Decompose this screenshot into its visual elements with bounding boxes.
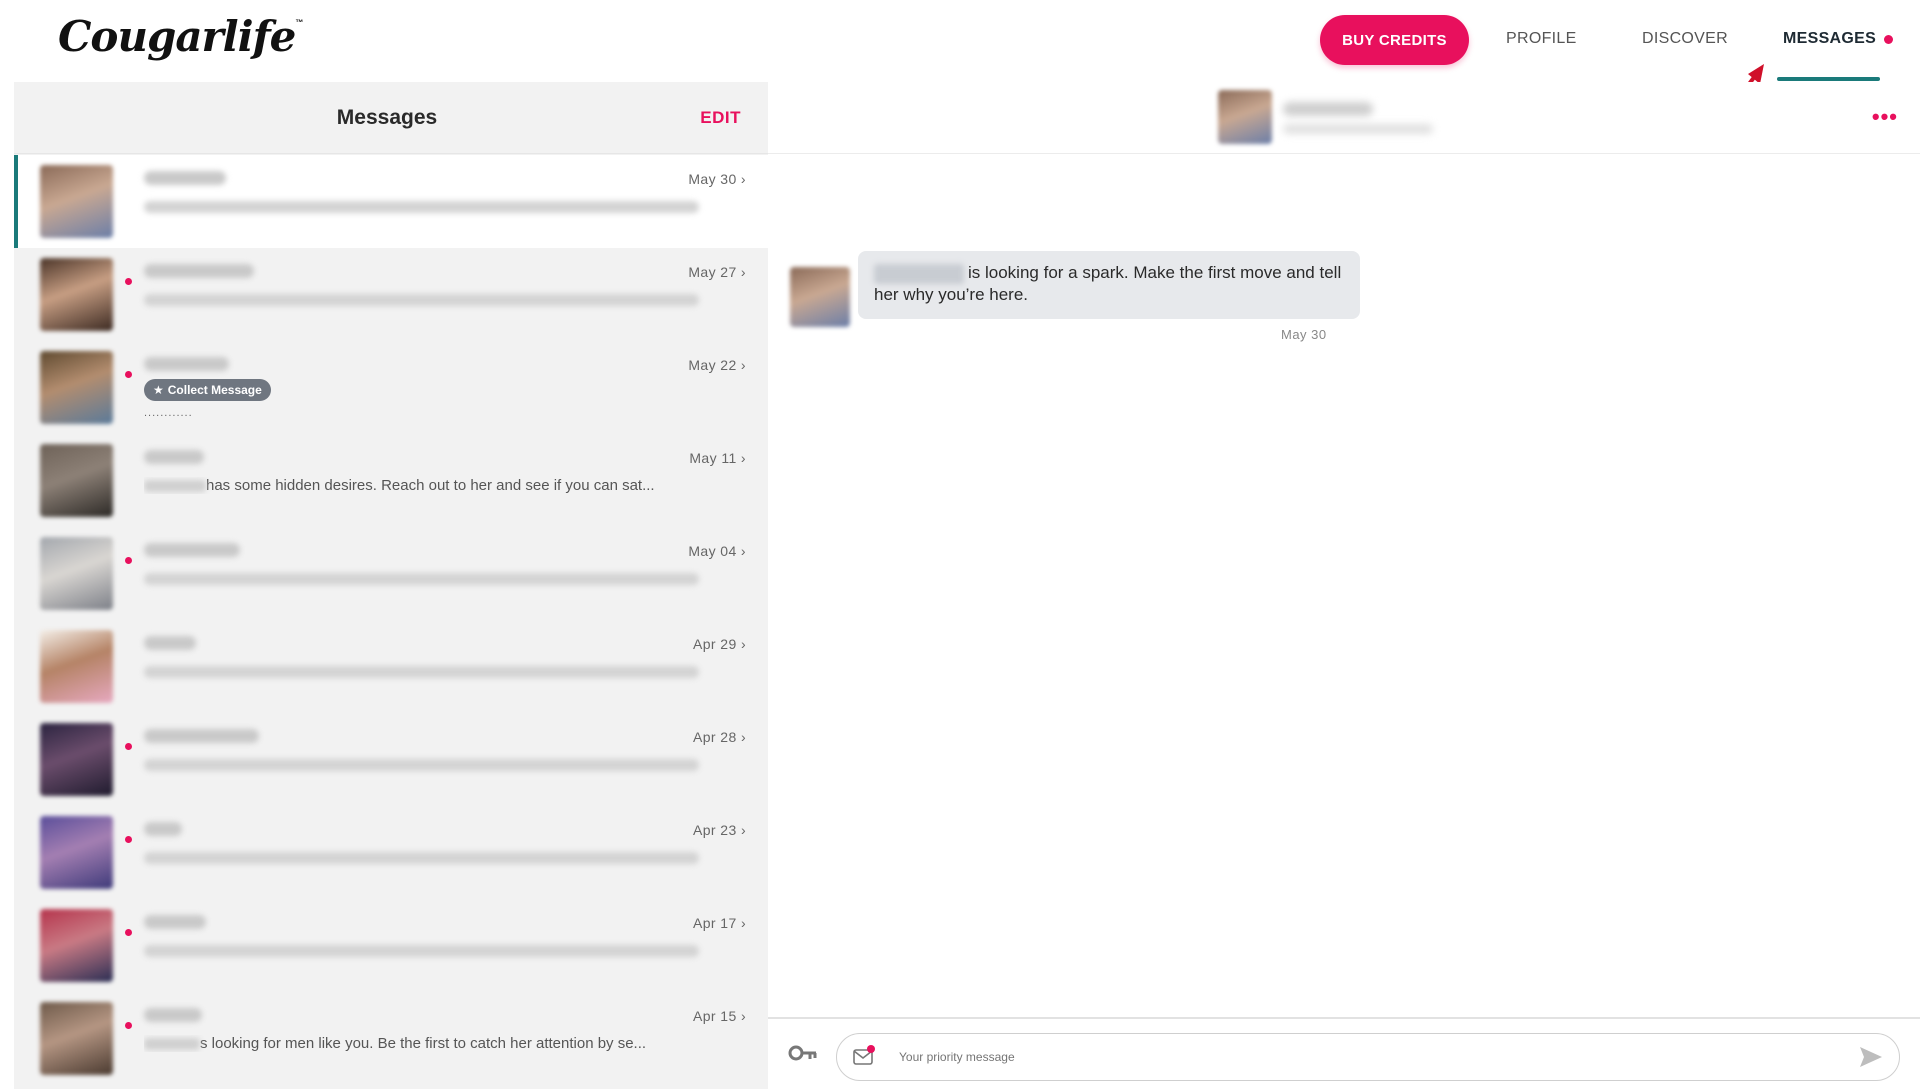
messages-notification-dot: [1884, 35, 1893, 44]
conversation-list: May 30 › May 27 › May 22 › ★ Collect Mes…: [14, 155, 768, 1085]
contact-name: [144, 729, 259, 743]
nav-profile-link[interactable]: PROFILE: [1506, 30, 1577, 48]
message-preview: [144, 852, 699, 864]
priority-message-input[interactable]: [899, 1044, 1799, 1070]
contact-name: [144, 450, 204, 464]
conversation-item[interactable]: May 11 › has some hidden desires. Reach …: [14, 434, 768, 527]
message-preview: [144, 573, 699, 585]
buy-credits-button[interactable]: BUY CREDITS: [1320, 15, 1469, 65]
avatar: [40, 351, 113, 424]
conversation-date: May 22 ›: [688, 357, 746, 373]
message-composer: [768, 1017, 1920, 1089]
conversation-item[interactable]: May 30 ›: [14, 155, 768, 248]
unread-dot: [125, 557, 132, 564]
key-icon[interactable]: [788, 1041, 818, 1065]
active-nav-underline: [1777, 77, 1880, 81]
conversation-date: May 11 ›: [689, 450, 746, 466]
conversation-date: May 04 ›: [688, 543, 746, 559]
contact-name-blur: [144, 1038, 200, 1051]
unread-dot: [125, 1022, 132, 1029]
avatar: [40, 165, 113, 238]
conversation-date: Apr 23 ›: [693, 822, 746, 838]
contact-name: [144, 171, 226, 185]
conversation-date: Apr 15 ›: [693, 1008, 746, 1024]
contact-name: [144, 915, 206, 929]
edit-button[interactable]: EDIT: [700, 108, 741, 128]
avatar: [40, 258, 113, 331]
priority-envelope-icon: [853, 1045, 875, 1065]
conversation-item[interactable]: May 04 ›: [14, 527, 768, 620]
message-preview: ............: [144, 407, 193, 419]
collect-message-badge[interactable]: ★ Collect Message: [144, 379, 271, 401]
collect-message-label: Collect Message: [167, 383, 262, 397]
unread-dot: [125, 371, 132, 378]
conversation-date: Apr 29 ›: [693, 636, 746, 652]
contact-name: [144, 822, 182, 836]
contact-name: [144, 543, 240, 557]
conversation-date: May 30 ›: [688, 171, 746, 187]
chat-contact-avatar[interactable]: [1218, 90, 1272, 144]
conversation-date: May 27 ›: [688, 264, 746, 280]
conversation-date: Apr 17 ›: [693, 915, 746, 931]
contact-name: [144, 1008, 202, 1022]
nav-discover-link[interactable]: DISCOVER: [1642, 30, 1728, 48]
send-icon[interactable]: [1859, 1046, 1883, 1068]
unread-dot: [125, 743, 132, 750]
star-icon: ★: [153, 383, 164, 397]
unread-dot: [125, 836, 132, 843]
unread-dot: [125, 278, 132, 285]
contact-name: [144, 357, 229, 371]
conversation-item[interactable]: May 27 ›: [14, 248, 768, 341]
nav-messages-link[interactable]: MESSAGES: [1783, 30, 1876, 48]
avatar: [40, 1002, 113, 1075]
conversation-item[interactable]: Apr 17 ›: [14, 899, 768, 992]
contact-name: [144, 636, 196, 650]
message-preview: has some hidden desires. Reach out to he…: [144, 477, 704, 494]
avatar: [40, 723, 113, 796]
message-preview: [144, 759, 699, 771]
chat-panel: ••• is looking for a spark. Make the fir…: [768, 82, 1920, 1089]
message-input-wrapper[interactable]: [836, 1033, 1900, 1081]
conversation-item[interactable]: Apr 28 ›: [14, 713, 768, 806]
avatar: [40, 816, 113, 889]
top-bar: Cougarlife™ BUY CREDITS PROFILE DISCOVER…: [0, 0, 1920, 152]
inbox-header: Messages EDIT: [14, 82, 768, 154]
chat-header: •••: [768, 82, 1920, 154]
inbox-title: Messages: [336, 106, 438, 129]
avatar: [40, 537, 113, 610]
message-date: May 30: [1281, 327, 1327, 342]
sender-avatar: [790, 267, 850, 327]
conversation-item[interactable]: Apr 29 ›: [14, 620, 768, 713]
conversation-item[interactable]: Apr 23 ›: [14, 806, 768, 899]
chat-contact-name[interactable]: [1283, 102, 1373, 116]
conversation-date: Apr 28 ›: [693, 729, 746, 745]
message-preview: s looking for men like you. Be the first…: [144, 1035, 704, 1052]
message-preview: [144, 201, 699, 213]
message-preview: [144, 666, 699, 678]
avatar: [40, 444, 113, 517]
avatar: [40, 630, 113, 703]
message-bubble: is looking for a spark. Make the first m…: [858, 251, 1360, 319]
conversation-item[interactable]: May 22 › ★ Collect Message ............: [14, 341, 768, 434]
message-preview: [144, 294, 699, 306]
message-preview: [144, 945, 699, 957]
contact-name: [144, 264, 254, 278]
sender-name-blur: [874, 263, 964, 284]
inbox-panel: Messages EDIT May 30 › May 27 › May 22 ›…: [14, 82, 768, 1089]
avatar: [40, 909, 113, 982]
cougarlife-logo[interactable]: Cougarlife™: [58, 12, 303, 61]
more-options-button[interactable]: •••: [1872, 104, 1898, 130]
unread-dot: [125, 929, 132, 936]
contact-name-blur: [144, 480, 206, 493]
chat-contact-status: [1283, 124, 1433, 134]
conversation-item[interactable]: Apr 15 › s looking for men like you. Be …: [14, 992, 768, 1085]
